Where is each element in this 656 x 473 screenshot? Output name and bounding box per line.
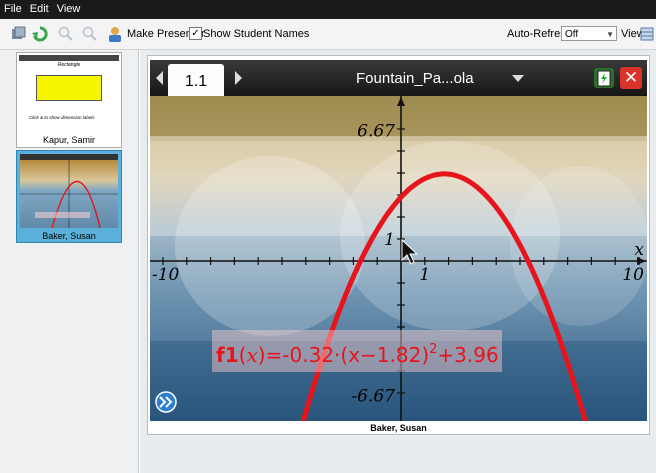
graph-svg[interactable]: 6.67 -6.67 -10 10 1 1 x f1(x)=-0.32·(x−1… bbox=[150, 96, 647, 421]
next-page-icon bbox=[235, 71, 242, 85]
thumbnail-hint: Click & to show dimension labels bbox=[29, 115, 95, 120]
student-name-baker: Baker, Susan bbox=[42, 231, 96, 241]
expand-icon[interactable] bbox=[155, 391, 177, 413]
show-student-names-checkbox[interactable]: ✓ bbox=[189, 27, 202, 40]
refresh-icon[interactable] bbox=[32, 26, 48, 42]
thumbnail-graph-preview bbox=[20, 160, 118, 228]
x-one-label: 1 bbox=[419, 265, 430, 285]
y-min-label: -6.67 bbox=[351, 387, 395, 407]
screenshot-icon[interactable] bbox=[10, 26, 26, 42]
zoom-out-icon[interactable] bbox=[82, 26, 98, 42]
student-name-kapur: Kapur, Samir bbox=[42, 135, 96, 145]
yellow-rectangle bbox=[36, 75, 102, 101]
show-student-names-label: Show Student Names bbox=[203, 28, 310, 40]
auto-refresh-value: Off bbox=[565, 29, 579, 40]
x-max-label: 10 bbox=[622, 265, 644, 285]
toolbar: Make Presenter ✓ Show Student Names Auto… bbox=[0, 19, 656, 50]
menu-file[interactable]: File bbox=[0, 0, 26, 15]
document-menu-icon bbox=[512, 75, 524, 82]
view-layout-icon[interactable] bbox=[640, 26, 656, 42]
y-one-label: 1 bbox=[384, 230, 395, 250]
x-min-label: -10 bbox=[152, 265, 180, 285]
zoom-in-icon[interactable] bbox=[58, 26, 74, 42]
thumbnail-parabola bbox=[20, 160, 118, 228]
y-max-label: 6.67 bbox=[357, 121, 395, 141]
chevron-down-icon: ▼ bbox=[606, 30, 614, 39]
auto-refresh-select[interactable]: Off ▼ bbox=[561, 26, 617, 41]
function-equation: f1(x)=-0.32·(x−1.82)2+3.96 bbox=[216, 342, 499, 367]
thumbnail-titlebar bbox=[19, 55, 119, 61]
x-axis-label: x bbox=[634, 240, 644, 260]
menu-bar: File Edit View bbox=[0, 0, 656, 19]
menu-edit[interactable]: Edit bbox=[26, 0, 53, 15]
thumbnail-heading: Rectangle bbox=[57, 62, 81, 68]
prev-page-icon bbox=[156, 71, 163, 85]
page-tab-1-1[interactable]: 1.1 bbox=[168, 64, 224, 100]
close-icon[interactable]: ✕ bbox=[620, 67, 642, 89]
document-title: Fountain_Pa...ola bbox=[356, 70, 474, 87]
graph-screen[interactable]: 6.67 -6.67 -10 10 1 1 x f1(x)=-0.32·(x−1… bbox=[150, 96, 647, 421]
menu-view[interactable]: View bbox=[53, 0, 85, 15]
presenter-icon[interactable] bbox=[107, 26, 123, 42]
document-student-name: Baker, Susan bbox=[370, 423, 427, 433]
student-thumbnail-baker[interactable]: Baker, Susan bbox=[16, 150, 122, 243]
student-thumbnail-kapur[interactable]: Rectangle Click & to show dimension labe… bbox=[16, 52, 122, 148]
battery-icon bbox=[594, 68, 614, 88]
